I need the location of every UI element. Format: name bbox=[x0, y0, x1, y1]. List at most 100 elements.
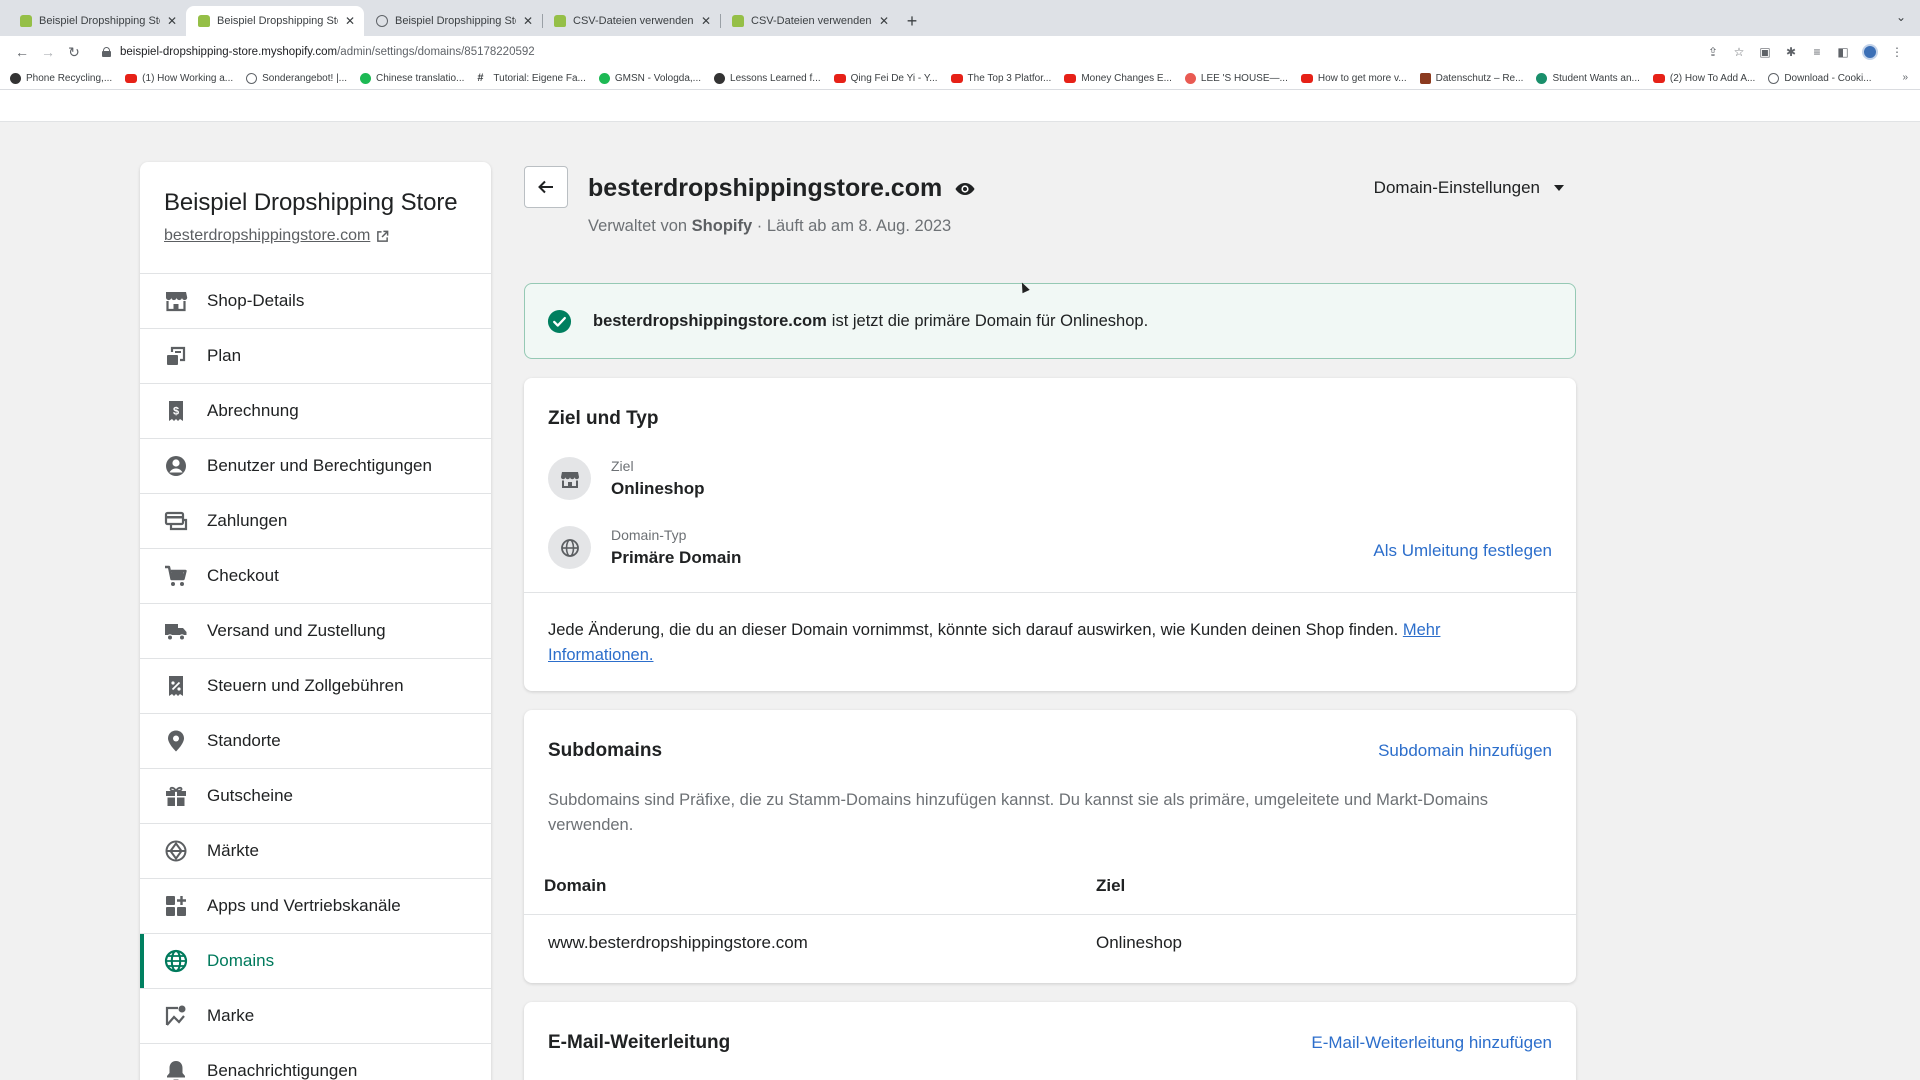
email-forwarding-card: E-Mail-Weiterleitung E-Mail-Weiterleitun… bbox=[524, 1002, 1576, 1080]
subdomains-description: Subdomains sind Präfixe, die zu Stamm-Do… bbox=[548, 791, 1489, 834]
expiry-date: · Läuft ab am 8. Aug. 2023 bbox=[756, 217, 952, 235]
sidebar-item-steuern-und-zollgebühren[interactable]: Steuern und Zollgebühren bbox=[140, 659, 491, 714]
store-icon bbox=[548, 457, 591, 500]
bookmark-item[interactable]: Lessons Learned f... bbox=[714, 73, 821, 84]
new-tab-button[interactable]: + bbox=[898, 6, 926, 36]
bookmark-label: Phone Recycling,... bbox=[26, 73, 113, 84]
table-row[interactable]: www.besterdropshippingstore.com Onlinesh… bbox=[524, 915, 1576, 972]
sidebar-item-shop-details[interactable]: Shop-Details bbox=[140, 274, 491, 329]
browser-tab[interactable]: Beispiel Dropshipping Store ✕ bbox=[364, 6, 542, 36]
managed-by: Shopify bbox=[691, 217, 753, 235]
shopify-icon bbox=[198, 15, 210, 27]
browser-tab-active[interactable]: Beispiel Dropshipping Store · D ✕ bbox=[186, 6, 364, 36]
profile-avatar[interactable] bbox=[1862, 44, 1878, 60]
close-icon[interactable]: ✕ bbox=[879, 14, 889, 28]
bookmark-item[interactable]: GMSN - Vologda,... bbox=[598, 73, 701, 84]
side-panel-icon[interactable]: ◧ bbox=[1836, 45, 1850, 59]
bell-icon bbox=[167, 1061, 185, 1080]
reading-list-icon[interactable]: ≡ bbox=[1810, 45, 1824, 59]
share-icon[interactable]: ⇪ bbox=[1706, 45, 1720, 59]
close-icon[interactable]: ✕ bbox=[523, 14, 533, 28]
add-subdomain-link[interactable]: Subdomain hinzufügen bbox=[1378, 741, 1552, 761]
reload-icon[interactable]: ↻ bbox=[62, 40, 86, 64]
subdomains-card: Subdomains Subdomain hinzufügen Subdomai… bbox=[524, 710, 1576, 983]
bookmark-item[interactable]: Student Wants an... bbox=[1536, 73, 1640, 84]
store-url-link[interactable]: besterdropshippingstore.com bbox=[164, 227, 467, 245]
target-property: Ziel Onlineshop bbox=[548, 457, 705, 500]
target-value: Onlineshop bbox=[611, 479, 705, 498]
banner-message: ist jetzt die primäre Domain für Onlines… bbox=[831, 311, 1149, 330]
forward-arrow-icon[interactable]: → bbox=[36, 40, 60, 64]
sidebar-item-label: Standorte bbox=[207, 731, 281, 750]
extension-f-icon[interactable]: ▣ bbox=[1758, 45, 1772, 59]
chevron-down-icon[interactable]: ⌄ bbox=[1896, 10, 1906, 24]
close-icon[interactable]: ✕ bbox=[345, 14, 355, 28]
bookmark-item[interactable]: Sonderangebot! |... bbox=[246, 73, 347, 84]
browser-tab[interactable]: Beispiel Dropshipping Store · D ✕ bbox=[8, 6, 186, 36]
bookmark-item[interactable]: Money Changes E... bbox=[1064, 73, 1172, 84]
bookmark-item[interactable]: Qing Fei De Yi - Y... bbox=[833, 73, 938, 84]
bookmark-item[interactable]: (2) How To Add A... bbox=[1652, 73, 1755, 84]
back-arrow-icon[interactable]: ← bbox=[10, 40, 34, 64]
billing-icon: $ bbox=[169, 401, 183, 421]
sidebar-item-apps-und-vertriebskanäle[interactable]: Apps und Vertriebskanäle bbox=[140, 879, 491, 934]
bookmark-item[interactable]: Datenschutz – Re... bbox=[1419, 73, 1523, 84]
star-icon[interactable]: ☆ bbox=[1732, 45, 1746, 59]
dropdown-label: Domain-Einstellungen bbox=[1373, 178, 1540, 197]
bookmark-item[interactable]: Phone Recycling,... bbox=[10, 73, 112, 84]
sidebar-item-gutscheine[interactable]: Gutscheine bbox=[140, 769, 491, 824]
sidebar-item-plan[interactable]: Plan bbox=[140, 329, 491, 384]
sidebar-item-marke[interactable]: Marke bbox=[140, 989, 491, 1044]
sidebar-item-versand-und-zustellung[interactable]: Versand und Zustellung bbox=[140, 604, 491, 659]
bookmark-item[interactable]: # Tutorial: Eigene Fa... bbox=[477, 73, 585, 85]
tax-icon bbox=[169, 676, 183, 696]
tab-title: CSV-Dateien verwenden, um P bbox=[573, 15, 694, 27]
eye-icon[interactable] bbox=[954, 178, 976, 200]
sidebar-item-abrechnung[interactable]: $ Abrechnung bbox=[140, 384, 491, 439]
add-email-forwarding-link[interactable]: E-Mail-Weiterleitung hinzufügen bbox=[1311, 1033, 1552, 1053]
domain-settings-dropdown[interactable]: Domain-Einstellungen bbox=[1374, 178, 1564, 198]
sidebar-item-label: Steuern und Zollgebühren bbox=[207, 676, 404, 695]
url-path: /admin/settings/domains/85178220592 bbox=[337, 46, 535, 58]
bookmark-item[interactable]: LEE 'S HOUSE—... bbox=[1184, 73, 1288, 84]
sidebar-item-label: Marke bbox=[207, 1006, 255, 1025]
back-button[interactable] bbox=[524, 166, 568, 208]
bookmark-item[interactable]: (1) How Working a... bbox=[125, 73, 233, 84]
card-title: Ziel und Typ bbox=[548, 408, 659, 429]
arrow-left-icon bbox=[538, 180, 553, 194]
kebab-menu-icon[interactable]: ⋮ bbox=[1890, 45, 1904, 59]
domain-title: besterdropshippingstore.com bbox=[588, 174, 943, 202]
tab-title: CSV-Dateien verwenden, um P bbox=[751, 15, 872, 27]
sidebar-item-checkout[interactable]: Checkout bbox=[140, 549, 491, 604]
sidebar-item-benachrichtigungen[interactable]: Benachrichtigungen bbox=[140, 1044, 491, 1080]
sidebar-item-zahlungen[interactable]: Zahlungen bbox=[140, 494, 491, 549]
caret-down-icon bbox=[1554, 185, 1564, 191]
domain-subtitle: Verwaltet von Shopify · Läuft ab am 8. A… bbox=[588, 217, 951, 236]
bookmark-item[interactable]: Chinese translatio... bbox=[360, 73, 464, 84]
change-notice: Jede Änderung, die du an dieser Domain v… bbox=[548, 618, 1548, 668]
sidebar-item-märkte[interactable]: Märkte bbox=[140, 824, 491, 879]
close-icon[interactable]: ✕ bbox=[701, 14, 711, 28]
banner-domain: besterdropshippingstore.com bbox=[593, 311, 827, 330]
bookmark-item[interactable]: The Top 3 Platfor... bbox=[950, 73, 1051, 84]
puzzle-icon[interactable]: ✱ bbox=[1784, 45, 1798, 59]
bookmarks-overflow-button[interactable]: » bbox=[1902, 72, 1908, 83]
sidebar-item-benutzer-und-berechtigungen[interactable]: Benutzer und Berechtigungen bbox=[140, 439, 491, 494]
bookmark-item[interactable]: How to get more v... bbox=[1300, 73, 1407, 84]
bookmark-label: Download - Cooki... bbox=[1784, 73, 1872, 84]
bookmark-favicon-icon bbox=[1419, 73, 1431, 84]
browser-tab[interactable]: CSV-Dateien verwenden, um P ✕ bbox=[542, 6, 720, 36]
bookmark-favicon-icon bbox=[125, 74, 138, 83]
set-as-redirect-link[interactable]: Als Umleitung festlegen bbox=[1373, 541, 1552, 561]
sidebar-item-domains[interactable]: Domains bbox=[140, 934, 491, 989]
browser-tab[interactable]: CSV-Dateien verwenden, um P ✕ bbox=[720, 6, 898, 36]
card-title: E-Mail-Weiterleitung bbox=[548, 1032, 731, 1053]
bookmark-label: Student Wants an... bbox=[1552, 73, 1640, 84]
address-bar[interactable]: beispiel-dropshipping-store.myshopify.co… bbox=[98, 40, 1706, 64]
globe-icon bbox=[376, 15, 388, 27]
close-icon[interactable]: ✕ bbox=[167, 14, 177, 28]
bookmark-item[interactable]: Download - Cooki... bbox=[1768, 73, 1872, 84]
sidebar-item-standorte[interactable]: Standorte bbox=[140, 714, 491, 769]
bookmark-label: How to get more v... bbox=[1317, 73, 1407, 84]
settings-nav: Shop-Details Plan $ Abrechnung Benutzer und … bbox=[140, 274, 491, 1080]
